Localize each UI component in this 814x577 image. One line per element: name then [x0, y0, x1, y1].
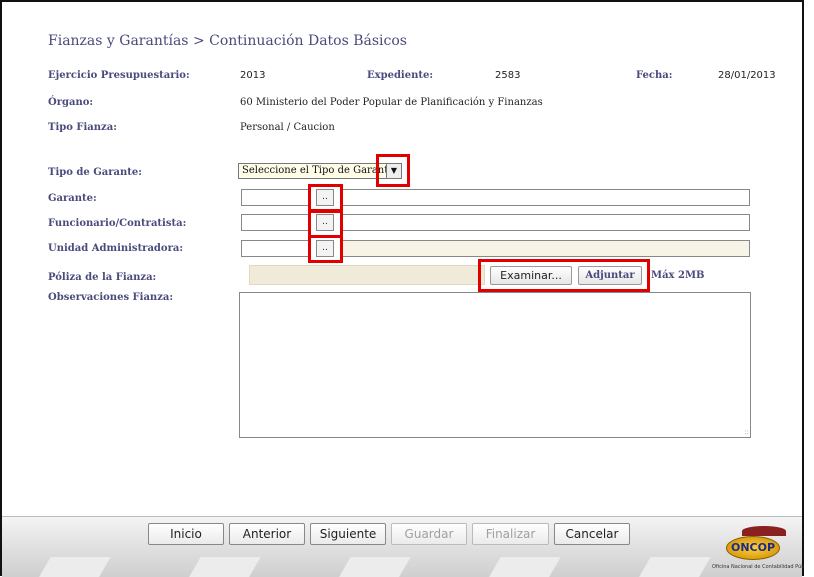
logo-banner	[742, 526, 786, 536]
max-size-label: Máx 2MB	[651, 270, 705, 281]
decorative-stripe	[633, 557, 711, 577]
adjuntar-button[interactable]: Adjuntar	[578, 266, 642, 285]
tipo-fianza-label: Tipo Fianza:	[48, 122, 117, 133]
inicio-button[interactable]: Inicio	[148, 523, 224, 545]
funcionario-lookup-button[interactable]: ..	[316, 214, 334, 231]
anterior-button[interactable]: Anterior	[229, 523, 305, 545]
ejercicio-label: Ejercicio Presupuestario:	[48, 70, 190, 81]
unidad-name-input[interactable]	[341, 240, 750, 257]
finalizar-button[interactable]: Finalizar	[472, 523, 549, 545]
decorative-stripe	[33, 557, 111, 577]
guardar-button[interactable]: Guardar	[391, 523, 467, 545]
cancelar-button[interactable]: Cancelar	[554, 523, 630, 545]
observaciones-label: Observaciones Fianza:	[48, 292, 174, 303]
expediente-label: Expediente:	[367, 70, 434, 81]
decorative-stripe	[333, 557, 411, 577]
poliza-file-input[interactable]	[249, 265, 485, 285]
garante-code-input[interactable]	[241, 189, 309, 206]
unidad-label: Unidad Administradora:	[48, 243, 184, 254]
unidad-code-input[interactable]	[241, 240, 309, 257]
organo-label: Órgano:	[48, 97, 94, 108]
ejercicio-value: 2013	[240, 70, 266, 81]
page-title: Fianzas y Garantías > Continuación Datos…	[48, 33, 407, 49]
expediente-value: 2583	[495, 70, 521, 81]
decorative-stripe	[183, 557, 261, 577]
poliza-label: Póliza de la Fianza:	[48, 272, 157, 283]
tipo-garante-select[interactable]: Seleccione el Tipo de Garante ▼	[238, 163, 402, 179]
funcionario-label: Funcionario/Contratista:	[48, 218, 187, 229]
organo-value: 60 Ministerio del Poder Popular de Plani…	[240, 97, 543, 108]
funcionario-name-input[interactable]	[341, 214, 750, 231]
garante-label: Garante:	[48, 193, 97, 204]
examinar-button[interactable]: Examinar...	[490, 266, 572, 285]
decorative-stripe	[483, 557, 561, 577]
garante-lookup-button[interactable]: ..	[316, 189, 334, 206]
tipo-garante-label: Tipo de Garante:	[48, 167, 142, 178]
siguiente-button[interactable]: Siguiente	[310, 523, 386, 545]
resize-grip-icon[interactable]: ::	[744, 428, 749, 436]
funcionario-code-input[interactable]	[241, 214, 309, 231]
content-frame	[0, 0, 804, 576]
tipo-fianza-value: Personal / Caucion	[240, 122, 335, 133]
garante-name-input[interactable]	[341, 189, 750, 206]
oncop-logo: ONCOP Oficina Nacional de Contabilidad P…	[708, 522, 804, 574]
logo-badge: ONCOP	[726, 536, 780, 560]
logo-caption: Oficina Nacional de Contabilidad Pública	[712, 564, 804, 570]
tipo-garante-selected-value: Seleccione el Tipo de Garante	[242, 165, 395, 176]
fecha-value: 28/01/2013	[718, 70, 776, 81]
dropdown-arrow-icon[interactable]: ▼	[386, 164, 401, 178]
unidad-lookup-button[interactable]: ..	[316, 240, 334, 257]
observaciones-textarea[interactable]: ::	[239, 292, 751, 438]
fecha-label: Fecha:	[636, 70, 673, 81]
